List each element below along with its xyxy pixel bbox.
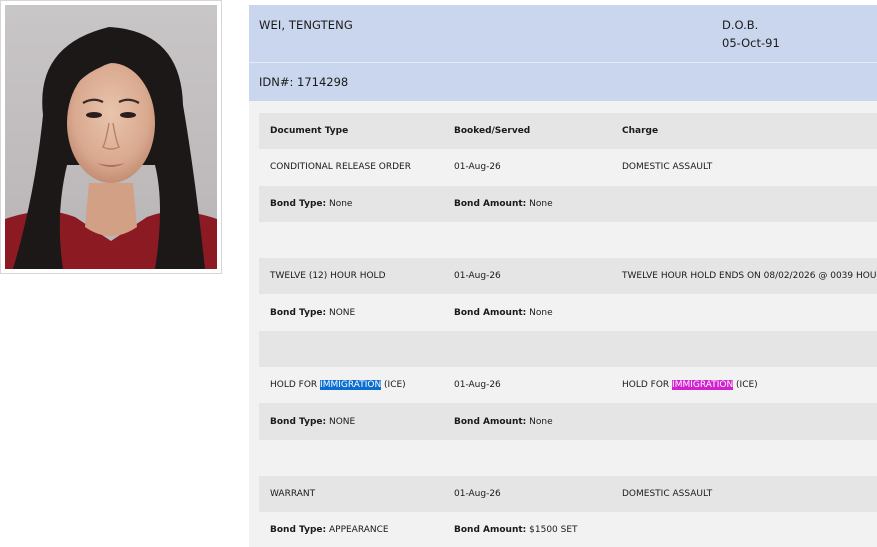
- col-header-charge: Charge: [622, 126, 659, 137]
- search-highlight: IMMIGRATION: [672, 380, 734, 391]
- bond-amount-label: Bond Amount:: [454, 416, 527, 427]
- documents-table: Document Type Booked/Served Charge CONDI…: [259, 113, 877, 547]
- bond-type: Bond Type: NONE: [270, 417, 355, 427]
- booked-date: 01-Aug-26: [454, 271, 501, 282]
- bond-type-label: Bond Type:: [270, 307, 327, 318]
- record-panel: WEI, TENGTENG D.O.B. 05-Oct-91 IDN#: 171…: [249, 5, 877, 547]
- document-type-pre: HOLD FOR: [270, 380, 321, 391]
- header-divider: [249, 62, 877, 63]
- spacer-row: [259, 330, 877, 368]
- charge: DOMESTIC ASSAULT: [622, 162, 713, 173]
- table-row: HOLD FOR IMMIGRATION (ICE) 01-Aug-26 HOL…: [259, 367, 877, 404]
- idn-number: IDN#: 1714298: [259, 75, 348, 89]
- bond-amount-value: None: [529, 416, 553, 427]
- mugshot-frame: [0, 0, 222, 274]
- document-type: TWELVE (12) HOUR HOLD: [270, 271, 386, 282]
- bond-amount: Bond Amount: None: [454, 199, 553, 209]
- charge: TWELVE HOUR HOLD ENDS ON 08/02/2026 @ 00…: [622, 271, 877, 282]
- bond-amount-label: Bond Amount:: [454, 198, 527, 209]
- dob-label: D.O.B.: [722, 18, 759, 32]
- bond-type-value: NONE: [328, 307, 356, 318]
- document-type: CONDITIONAL RELEASE ORDER: [270, 162, 411, 173]
- bond-type: Bond Type: APPEARANCE: [270, 525, 389, 535]
- dob-value: 05-Oct-91: [722, 36, 780, 50]
- booked-date: 01-Aug-26: [454, 380, 501, 391]
- charge-pre: HOLD FOR: [622, 380, 673, 391]
- table-row: TWELVE (12) HOUR HOLD 01-Aug-26 TWELVE H…: [259, 258, 877, 295]
- booked-date: 01-Aug-26: [454, 162, 501, 173]
- bond-type-value: None: [328, 198, 353, 209]
- bond-row: Bond Type: NONE Bond Amount: None: [259, 403, 877, 440]
- bond-type: Bond Type: None: [270, 199, 352, 209]
- idn-value: 1714298: [297, 75, 349, 89]
- inmate-name: WEI, TENGTENG: [259, 18, 353, 32]
- charge-post: (ICE): [733, 380, 758, 391]
- table-header-row: Document Type Booked/Served Charge: [259, 113, 877, 150]
- inmate-record-page: WEI, TENGTENG D.O.B. 05-Oct-91 IDN#: 171…: [0, 0, 877, 547]
- bond-amount-label: Bond Amount:: [454, 307, 527, 318]
- mugshot-photo: [5, 5, 217, 269]
- document-type: WARRANT: [270, 489, 316, 500]
- bond-row: Bond Type: APPEARANCE Bond Amount: $1500…: [259, 512, 877, 547]
- booked-date: 01-Aug-26: [454, 489, 501, 500]
- charge: HOLD FOR IMMIGRATION (ICE): [622, 380, 758, 391]
- bond-amount: Bond Amount: None: [454, 417, 553, 427]
- spacer-row: [259, 221, 877, 259]
- table-row: WARRANT 01-Aug-26 DOMESTIC ASSAULT: [259, 475, 877, 513]
- bond-row: Bond Type: None Bond Amount: None: [259, 185, 877, 222]
- spacer-row: [259, 439, 877, 476]
- bond-type-label: Bond Type:: [270, 198, 327, 209]
- bond-row: Bond Type: NONE Bond Amount: None: [259, 294, 877, 331]
- col-header-document-type: Document Type: [270, 126, 349, 137]
- col-header-booked-served: Booked/Served: [454, 126, 531, 137]
- record-header: WEI, TENGTENG D.O.B. 05-Oct-91 IDN#: 171…: [249, 5, 877, 101]
- document-type: HOLD FOR IMMIGRATION (ICE): [270, 380, 406, 391]
- bond-amount-label: Bond Amount:: [454, 525, 527, 536]
- bond-type-label: Bond Type:: [270, 525, 327, 536]
- bond-amount-value: $1500 SET: [529, 525, 578, 536]
- bond-type: Bond Type: NONE: [270, 308, 355, 318]
- bond-type-value: NONE: [328, 416, 356, 427]
- bond-amount-value: None: [529, 307, 553, 318]
- document-type-post: (ICE): [381, 380, 406, 391]
- bond-type-value: APPEARANCE: [328, 525, 389, 536]
- search-highlight: IMMIGRATION: [320, 380, 382, 391]
- bond-type-label: Bond Type:: [270, 416, 327, 427]
- table-row: CONDITIONAL RELEASE ORDER 01-Aug-26 DOME…: [259, 149, 877, 186]
- idn-label: IDN#:: [259, 75, 294, 89]
- charge: DOMESTIC ASSAULT: [622, 489, 713, 500]
- bond-amount: Bond Amount: $1500 SET: [454, 525, 578, 535]
- bond-amount: Bond Amount: None: [454, 308, 553, 318]
- bond-amount-value: None: [529, 198, 553, 209]
